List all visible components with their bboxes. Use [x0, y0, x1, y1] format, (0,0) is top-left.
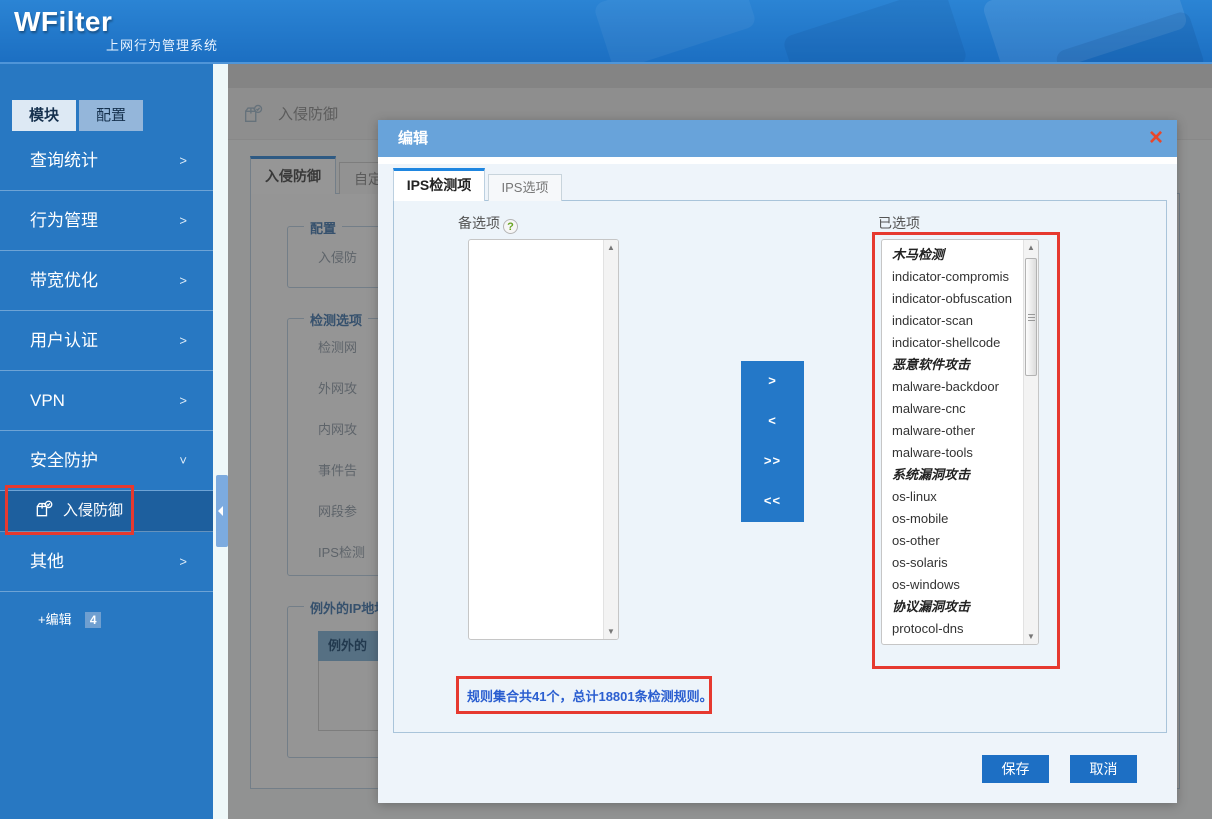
sidebar-edit-label: +编辑	[38, 612, 72, 627]
selected-list-label: 已选项	[878, 213, 920, 233]
selected-group-header[interactable]: 协议漏洞攻击	[882, 596, 1023, 618]
sidebar-item-query-stats[interactable]: 查询统计 >	[0, 131, 213, 191]
selected-listbox[interactable]: 木马检测indicator-compromisindicator-obfusca…	[881, 239, 1039, 645]
selected-item[interactable]: os-mobile	[882, 508, 1023, 530]
selected-item[interactable]: indicator-shellcode	[882, 332, 1023, 354]
scroll-up-icon[interactable]: ▲	[604, 243, 618, 252]
app-logo: WFilter	[14, 6, 112, 38]
selected-items: 木马检测indicator-compromisindicator-obfusca…	[882, 244, 1023, 644]
sidebar-item-label: 查询统计	[30, 151, 98, 170]
scrollbar-thumb[interactable]	[1025, 258, 1037, 376]
scroll-down-icon[interactable]: ▼	[604, 627, 618, 636]
sidebar-tab-modules[interactable]: 模块	[12, 100, 76, 131]
rules-summary: 规则集合共41个，总计18801条检测规则。	[459, 686, 713, 705]
sidebar-item-label: 用户认证	[30, 331, 98, 350]
sidebar: 模块 配置 查询统计 > 行为管理 > 带宽优化 > 用户认证 > VPN > 安全防护 ˅ 入侵防御其…	[0, 64, 213, 819]
selected-item[interactable]: malware-cnc	[882, 398, 1023, 420]
chevron-icon: >	[179, 251, 187, 310]
keyboard-decoration	[593, 0, 757, 64]
sidebar-item-security-protection[interactable]: 安全防护 ˅	[0, 431, 213, 491]
move-all-right-button[interactable]: >>	[741, 441, 804, 481]
dialog-tab-panel: 备选项? 已选项 ▲ ▼ ><>><< 木马检测indicator-compro…	[393, 200, 1167, 733]
sidebar-item-label: 入侵防御	[63, 502, 123, 519]
selected-group-header[interactable]: 系统漏洞攻击	[882, 464, 1023, 486]
selected-group-header[interactable]: 木马检测	[882, 244, 1023, 266]
selected-item[interactable]: malware-tools	[882, 442, 1023, 464]
move-left-button[interactable]: <	[741, 401, 804, 441]
dialog-title: 编辑	[378, 120, 1177, 157]
selected-item[interactable]: indicator-scan	[882, 310, 1023, 332]
sidebar-tabs: 模块 配置	[12, 100, 146, 131]
sidebar-collapse-handle[interactable]	[216, 475, 228, 547]
cancel-button[interactable]: 取消	[1070, 755, 1137, 783]
package-check-icon	[34, 495, 54, 515]
available-list-label: 备选项?	[458, 213, 518, 234]
sidebar-gutter	[213, 64, 228, 819]
move-all-left-button[interactable]: <<	[741, 481, 804, 521]
chevron-icon: >	[179, 532, 187, 591]
annotation-box-summary: 规则集合共41个，总计18801条检测规则。	[456, 676, 712, 714]
selected-group-header[interactable]: 恶意软件攻击	[882, 354, 1023, 376]
selected-item[interactable]: os-other	[882, 530, 1023, 552]
tab-ips-options[interactable]: IPS选项	[488, 174, 562, 201]
selected-item[interactable]: indicator-obfuscation	[882, 288, 1023, 310]
sidebar-item-label: 带宽优化	[30, 271, 98, 290]
scroll-up-icon[interactable]: ▲	[1024, 243, 1038, 252]
move-right-button[interactable]: >	[741, 361, 804, 401]
selected-item[interactable]: os-solaris	[882, 552, 1023, 574]
available-label-text: 备选项	[458, 215, 500, 231]
edit-dialog: 编辑 × IPS检测项 IPS选项 备选项? 已选项 ▲ ▼ ><>><< 木马…	[378, 120, 1177, 803]
sidebar-item-label: 安全防护	[30, 451, 98, 470]
selected-item[interactable]: protocol-dns	[882, 618, 1023, 640]
sidebar-tab-config[interactable]: 配置	[79, 100, 143, 131]
keyboard-decoration	[782, 0, 968, 64]
sidebar-item-behavior-mgmt[interactable]: 行为管理 >	[0, 191, 213, 251]
selected-item[interactable]: os-linux	[882, 486, 1023, 508]
sidebar-menu: 查询统计 > 行为管理 > 带宽优化 > 用户认证 > VPN > 安全防护 ˅ 入侵防御其他 >	[0, 131, 213, 592]
scrollbar-grip	[1028, 314, 1035, 315]
sidebar-item-others[interactable]: 其他 >	[0, 532, 213, 592]
sidebar-edit-button[interactable]: +编辑 4	[38, 609, 101, 628]
chevron-icon: >	[179, 131, 187, 190]
chevron-icon: >	[179, 371, 187, 430]
tab-ips-detect-items[interactable]: IPS检测项	[393, 168, 485, 201]
app-subtitle: 上网行为管理系统	[106, 35, 218, 54]
selected-item[interactable]: protocol-finger	[882, 640, 1023, 644]
dialog-header-divider	[378, 157, 1177, 164]
help-icon[interactable]: ?	[503, 219, 518, 234]
sidebar-item-label: VPN	[30, 391, 65, 410]
selected-item[interactable]: malware-backdoor	[882, 376, 1023, 398]
edit-count-badge: 4	[85, 612, 101, 628]
chevron-icon: >	[179, 191, 187, 250]
chevron-icon: ˅	[179, 431, 187, 490]
sidebar-item-label: 行为管理	[30, 211, 98, 230]
selected-scrollbar[interactable]: ▲ ▼	[1023, 240, 1038, 644]
available-listbox[interactable]: ▲ ▼	[468, 239, 619, 640]
transfer-buttons: ><>><<	[741, 361, 804, 522]
selected-item[interactable]: indicator-compromis	[882, 266, 1023, 288]
chevron-icon: >	[179, 311, 187, 370]
sidebar-item-vpn[interactable]: VPN >	[0, 371, 213, 431]
dialog-tabs: IPS检测项 IPS选项	[378, 164, 1177, 200]
dialog-header[interactable]: 编辑 ×	[378, 120, 1177, 157]
sidebar-item-user-auth[interactable]: 用户认证 >	[0, 311, 213, 371]
scroll-down-icon[interactable]: ▼	[1024, 632, 1038, 641]
close-icon[interactable]: ×	[1149, 124, 1163, 152]
available-scrollbar[interactable]: ▲ ▼	[603, 240, 618, 639]
save-button[interactable]: 保存	[982, 755, 1049, 783]
sidebar-item-label: 其他	[30, 552, 64, 571]
sidebar-item-intrusion-prevention[interactable]: 入侵防御	[0, 491, 213, 532]
app-header: WFilter 上网行为管理系统	[0, 0, 1212, 64]
sidebar-item-bandwidth-opt[interactable]: 带宽优化 >	[0, 251, 213, 311]
selected-item[interactable]: os-windows	[882, 574, 1023, 596]
selected-item[interactable]: malware-other	[882, 420, 1023, 442]
screen: WFilter 上网行为管理系统 模块 配置 查询统计>行为管理>带宽优化>用户…	[0, 0, 1212, 819]
